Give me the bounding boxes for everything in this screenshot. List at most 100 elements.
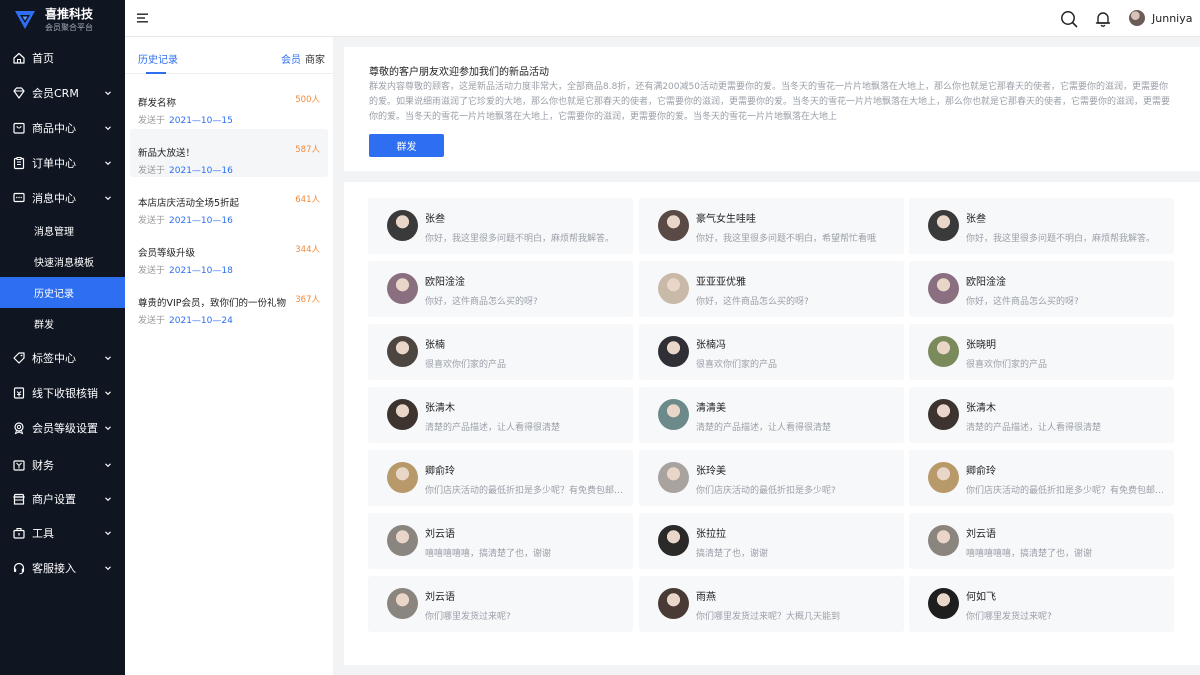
last-message: 你好，我这里很多问题不明白，麻烦帮我解答。 (425, 234, 615, 244)
recipient-count: 344人 (295, 245, 320, 255)
avatar (658, 525, 689, 556)
sidebar-item[interactable]: 会员CRM (0, 78, 125, 108)
sidebar-item[interactable]: 客服接入 (0, 553, 125, 583)
sidebar-subitem[interactable]: 历史记录 (0, 277, 125, 308)
bell-icon[interactable] (1094, 10, 1112, 28)
history-meta: 发送于 2021—10—16 (138, 213, 233, 226)
conversation-card[interactable]: 张清木 清楚的产品描述，让人看得很清楚 (368, 387, 633, 443)
conversation-card[interactable]: 刘云语 嘻嘻嘻嘻嘻，搞清楚了也，谢谢 (909, 513, 1174, 569)
avatar (928, 210, 959, 241)
sidebar: 喜推科技 会员聚合平台 首页会员CRM 商品中心订单中心消息中心标签中心线下收银核… (0, 0, 125, 675)
conversation-card[interactable]: 欧阳淦淦 你好，这件商品怎么买的呀? (909, 261, 1174, 317)
chevron-down-icon (105, 531, 111, 536)
chevron-down-icon (105, 566, 111, 571)
conversation-card[interactable]: 张拉拉 搞清楚了也，谢谢 (639, 513, 904, 569)
sidebar-item[interactable]: 工具 (0, 518, 125, 548)
sidebar-item[interactable]: 订单中心 (0, 148, 125, 178)
last-message: 很喜欢你们家的产品 (696, 360, 778, 370)
history-item[interactable]: 群发名称 500人 发送于 2021—10—15 (130, 79, 328, 127)
sent-date: 2021—10—24 (169, 316, 233, 326)
history-title: 新品大放送！ (138, 148, 196, 159)
contact-name: 雨燕 (696, 592, 716, 603)
topbar: Junniya (125, 0, 1200, 37)
conversation-card[interactable]: 豪气女生哇哇 你好，我这里很多问题不明白，希望帮忙看哦 (639, 198, 904, 254)
avatar (928, 525, 959, 556)
conversation-card[interactable]: 卿俞玲 你们店庆活动的最低折扣是多少呢？有免费包邮吗？ (909, 450, 1174, 506)
store-icon (13, 493, 25, 505)
last-message: 很喜欢你们家的产品 (966, 360, 1048, 370)
last-message: 你好，我这里很多问题不明白，希望帮忙看哦 (696, 234, 877, 244)
user-menu[interactable]: Junniya (1129, 10, 1192, 26)
avatar (928, 462, 959, 493)
avatar (387, 336, 418, 367)
avatar (387, 273, 418, 304)
sidebar-item-label: 商品中心 (32, 122, 76, 135)
sent-prefix: 发送于 (138, 116, 166, 126)
conversation-card[interactable]: 卿俞玲你们店庆活动的最低折扣是多少呢？有免费包邮吗？ (368, 450, 633, 506)
conversation-card[interactable]: 张叁 你好，我这里很多问题不明白，麻烦帮我解答。 (368, 198, 633, 254)
chevron-down-icon (105, 391, 111, 396)
avatar (1129, 10, 1145, 26)
history-item[interactable]: 会员等级升级 344人 发送于 2021—10—18 (130, 229, 328, 277)
sidebar-item[interactable]: 财务 (0, 450, 125, 480)
sidebar-subitem[interactable]: 消息管理 (0, 215, 125, 246)
last-message: 你们店庆活动的最低折扣是多少呢? (696, 486, 836, 496)
broadcast-detail: 尊敬的客户朋友欢迎参加我们的新品活动 群发内容尊敬的顾客，这是新品活动力度非常大… (344, 47, 1200, 171)
sidebar-item-label: 会员CRM (32, 87, 79, 100)
conversation-card[interactable]: 何如飞 你们哪里发货过来呢? (909, 576, 1174, 632)
sidebar-item[interactable]: 消息中心 (0, 183, 125, 213)
conversation-card[interactable]: 张叁 你好，我这里很多问题不明白，麻烦帮我解答。 (909, 198, 1174, 254)
conversation-card[interactable]: 张楠 很喜欢你们家的产品 (368, 324, 633, 380)
sent-date: 2021—10—15 (169, 116, 233, 126)
contact-name: 张玲美 (696, 466, 726, 477)
conversation-card[interactable]: 刘云语 你们哪里发货过来呢? (368, 576, 633, 632)
tag-icon (13, 352, 25, 364)
tab-history[interactable]: 历史记录 (138, 51, 178, 74)
avatar (658, 588, 689, 619)
sidebar-subitem[interactable]: 群发 (0, 308, 125, 339)
sidebar-item[interactable]: 商户设置 (0, 484, 125, 514)
conversation-card[interactable]: 张清木 清楚的产品描述，让人看得很清楚 (909, 387, 1174, 443)
contact-name: 欧阳淦淦 (966, 277, 1006, 288)
brand[interactable]: 喜推科技 会员聚合平台 (0, 0, 125, 40)
conversation-card[interactable]: 张晓明 很喜欢你们家的产品 (909, 324, 1174, 380)
history-item[interactable]: 本店店庆活动全场5折起 641人 发送于 2021—10—16 (130, 179, 328, 227)
chevron-down-icon (105, 126, 111, 131)
sidebar-item[interactable]: 线下收银核销 (0, 378, 125, 408)
sidebar-subitem[interactable]: 快速消息模板 (0, 246, 125, 277)
conversation-card[interactable]: 刘云语 嘻嘻嘻嘻嘻，搞清楚了也，谢谢 (368, 513, 633, 569)
sidebar-subitem-label: 快速消息模板 (34, 258, 94, 269)
conversation-card[interactable]: 欧阳淦淦 你好，这件商品怎么买的呀? (368, 261, 633, 317)
contact-name: 卿俞玲 (425, 466, 455, 477)
chevron-down-icon (105, 426, 111, 431)
filter-member[interactable]: 会员 (281, 51, 301, 66)
avatar (658, 336, 689, 367)
last-message: 你们店庆活动的最低折扣是多少呢？有免费包邮吗？ (425, 486, 625, 496)
toolbox-icon (13, 527, 25, 539)
conversation-card[interactable]: 雨燕 你们哪里发货过来呢？大概几天能到 (639, 576, 904, 632)
sidebar-item[interactable]: 会员等级设置 (0, 413, 125, 443)
menu-toggle-icon[interactable] (137, 13, 148, 23)
conversation-card[interactable]: 亚亚亚优雅 你好，这件商品怎么买的呀? (639, 261, 904, 317)
headset-icon (13, 562, 25, 575)
diamond-icon (13, 87, 25, 99)
sidebar-item[interactable]: 商品中心 (0, 113, 125, 143)
avatar (928, 399, 959, 430)
recipient-count: 587人 (295, 145, 320, 155)
sidebar-item[interactable]: 标签中心 (0, 343, 125, 373)
filter-merchant[interactable]: 商家 (305, 51, 325, 66)
history-title: 群发名称 (138, 98, 177, 109)
contact-name: 清清美 (696, 403, 726, 414)
search-icon[interactable] (1060, 10, 1078, 28)
conversation-card[interactable]: 张楠冯 很喜欢你们家的产品 (639, 324, 904, 380)
history-item[interactable]: 新品大放送！ 587人 发送于 2021—10—16 (130, 129, 328, 177)
broadcast-button[interactable]: 群发 (369, 134, 444, 157)
sidebar-subitem-label: 群发 (34, 320, 54, 331)
conversation-card[interactable]: 清清美 清楚的产品描述，让人看得很清楚 (639, 387, 904, 443)
history-item[interactable]: 尊贵的VIP会员，致你们的一份礼物 367人 发送于 2021—10—24 (130, 279, 328, 327)
sidebar-item[interactable]: 首页 (0, 43, 125, 73)
last-message: 嘻嘻嘻嘻嘻，搞清楚了也，谢谢 (425, 549, 552, 559)
sidebar-subitem-label: 消息管理 (34, 227, 74, 238)
conversation-card[interactable]: 张玲美你们店庆活动的最低折扣是多少呢? (639, 450, 904, 506)
avatar (658, 210, 689, 241)
